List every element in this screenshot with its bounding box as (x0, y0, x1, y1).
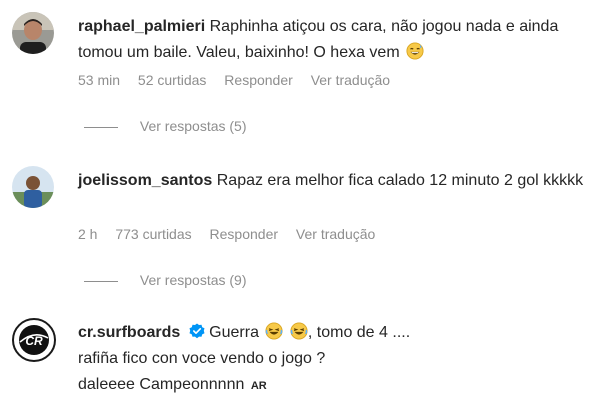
comment-text: Rapaz era melhor fica calado 12 minuto 2… (216, 172, 584, 189)
verified-badge-icon (189, 323, 205, 339)
avatar-photo (12, 166, 54, 208)
view-replies-label[interactable]: Ver respostas (5) (140, 118, 247, 134)
comment-meta: 53 min 52 curtidas Responder Ver traduçã… (78, 72, 404, 88)
laughing-tears-emoji-icon (265, 322, 283, 340)
replies-divider-line (84, 280, 118, 282)
avatar[interactable]: CR (12, 318, 56, 362)
svg-text:CR: CR (25, 334, 43, 348)
comment-text-part: , tomo de 4 .... (307, 324, 411, 341)
comment-line-3: daleeee Campeonnnnn AR (78, 372, 588, 399)
comment-username[interactable]: joelissom_santos (78, 172, 212, 189)
comment-line-1: cr.surfboards Guerra , tomo de 4 .... (78, 320, 588, 346)
laughing-tears-emoji-icon (290, 322, 308, 340)
comment-meta: 2 h 773 curtidas Responder Ver tradução (78, 226, 389, 242)
comment-text-block: raphael_palmieri Raphinha atiçou os cara… (78, 14, 588, 66)
comment-text-block: joelissom_santos Rapaz era melhor fica c… (78, 168, 588, 194)
view-replies-button[interactable]: Ver respostas (5) (84, 118, 247, 134)
reply-button[interactable]: Responder (210, 226, 279, 242)
comment-username[interactable]: raphael_palmieri (78, 18, 205, 35)
comment-text-block: cr.surfboards Guerra , tomo de 4 .... ra… (78, 320, 588, 399)
view-replies-button[interactable]: Ver respostas (9) (84, 272, 247, 288)
translate-button[interactable]: Ver tradução (311, 72, 390, 88)
reply-button[interactable]: Responder (224, 72, 293, 88)
avatar[interactable] (12, 166, 54, 208)
replies-divider-line (84, 126, 118, 128)
likes-count[interactable]: 52 curtidas (138, 72, 206, 88)
grinning-sweat-emoji-icon (406, 42, 424, 60)
comment-text-part: daleeee Campeonnnnn (78, 376, 245, 393)
comment-username[interactable]: cr.surfboards (78, 324, 180, 341)
avatar[interactable] (12, 12, 54, 54)
flag-tag: AR (250, 380, 267, 392)
view-replies-label[interactable]: Ver respostas (9) (140, 272, 247, 288)
comment-time: 2 h (78, 226, 98, 242)
comment-line-2: rafiña fico con voce vendo o jogo ? (78, 350, 326, 367)
cr-logo-icon: CR (15, 321, 53, 359)
translate-button[interactable]: Ver tradução (296, 226, 375, 242)
comment-time: 53 min (78, 72, 121, 88)
likes-count[interactable]: 773 curtidas (115, 226, 191, 242)
comment-text-part: Guerra (209, 324, 259, 341)
avatar-photo (12, 12, 54, 54)
